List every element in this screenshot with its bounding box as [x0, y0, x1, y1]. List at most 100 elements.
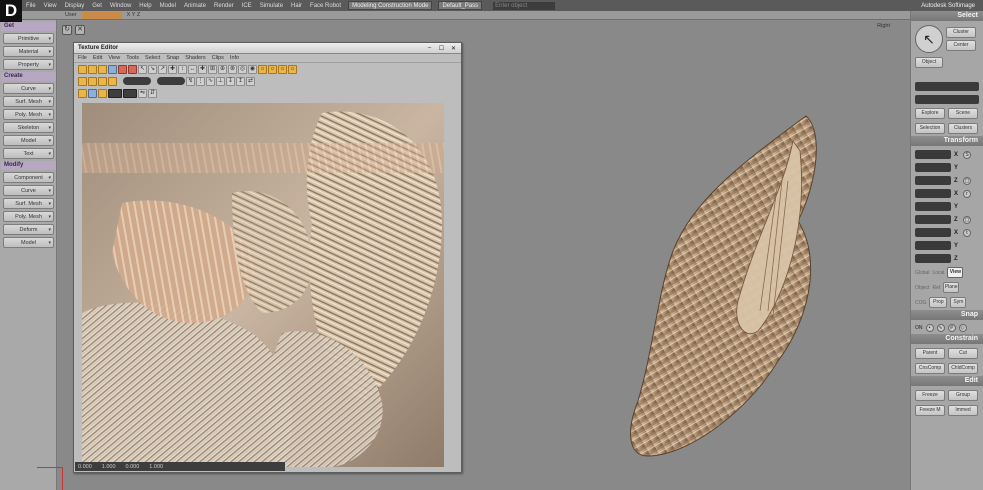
group-button[interactable]: Group: [948, 390, 978, 401]
global-option[interactable]: Global: [915, 270, 929, 276]
camera-menu[interactable]: User: [60, 12, 82, 18]
modify-curve-button[interactable]: Curve ▾: [3, 185, 54, 196]
select-arrow-icon[interactable]: ↖: [915, 25, 943, 53]
relax-icon[interactable]: ↯: [186, 76, 195, 86]
grid-icon[interactable]: ⊕: [218, 64, 227, 74]
flip-icon[interactable]: ⇋: [138, 88, 147, 98]
move-cross-icon[interactable]: ✚: [168, 64, 177, 74]
create-curve-button[interactable]: Curve ▾: [3, 83, 54, 94]
te-menu-info[interactable]: Info: [230, 55, 239, 61]
modify-deform-button[interactable]: Deform ▾: [3, 224, 54, 235]
search-input[interactable]: Enter object: [493, 1, 556, 10]
immed-button[interactable]: Immed: [948, 405, 978, 416]
translate-x-field[interactable]: [915, 228, 951, 237]
v-value-field[interactable]: [157, 77, 185, 85]
value-field-a[interactable]: [108, 88, 122, 98]
modify-surf-mesh-button[interactable]: Surf. Mesh ▾: [3, 198, 54, 209]
parent-button[interactable]: Parent: [915, 348, 945, 359]
get-primitive-button[interactable]: Primitive ▾: [3, 33, 54, 44]
menu-render[interactable]: Render: [210, 3, 238, 9]
stop-icon[interactable]: [118, 64, 127, 74]
te-menu-snap[interactable]: Snap: [166, 55, 179, 61]
object-button[interactable]: Object: [915, 57, 943, 68]
snap-surface-icon[interactable]: ◇: [958, 324, 967, 332]
refresh-icon[interactable]: ↻: [62, 25, 72, 35]
maximize-icon[interactable]: ☐: [438, 45, 445, 52]
prop-option[interactable]: Prop: [929, 297, 948, 308]
pin-icon[interactable]: ↥: [236, 76, 245, 86]
cnscomp-button[interactable]: CnsComp: [915, 363, 945, 374]
sun-alt-icon[interactable]: ☼: [268, 64, 277, 74]
sun-alt3-icon[interactable]: ☼: [288, 64, 297, 74]
rotate-icon[interactable]: r: [963, 189, 971, 198]
te-menu-file[interactable]: File: [78, 55, 87, 61]
te-menu-edit[interactable]: Edit: [93, 55, 102, 61]
selection-button[interactable]: Selection: [915, 123, 945, 134]
menu-help[interactable]: Help: [135, 3, 155, 9]
create-skeleton-button[interactable]: Skeleton ▾: [3, 122, 54, 133]
view-mode-label[interactable]: Right: [877, 23, 890, 29]
rotate-tool-icon[interactable]: [98, 64, 107, 74]
uv-tool-icon[interactable]: [78, 76, 87, 86]
menu-view[interactable]: View: [40, 3, 61, 9]
menu-file[interactable]: File: [22, 3, 40, 9]
snap-curve-icon[interactable]: ∿: [936, 324, 945, 332]
select-filter-field[interactable]: [915, 95, 979, 104]
te-menu-select[interactable]: Select: [145, 55, 160, 61]
chldcomp-button[interactable]: ChldComp: [948, 363, 978, 374]
te-menu-tools[interactable]: Tools: [126, 55, 139, 61]
scale-x-field[interactable]: [915, 150, 951, 159]
plane-option[interactable]: Plane: [943, 282, 960, 293]
record-icon[interactable]: [128, 64, 137, 74]
create-text-button[interactable]: Text ▾: [3, 148, 54, 159]
snap-icon[interactable]: ⊗: [228, 64, 237, 74]
heal-icon[interactable]: ∿: [206, 76, 215, 86]
te-menu-shaders[interactable]: Shaders: [185, 55, 206, 61]
translate-z-field[interactable]: [915, 254, 951, 263]
object-option[interactable]: Object: [915, 285, 929, 291]
arrow-icon[interactable]: ↘: [148, 64, 157, 74]
create-poly-mesh-button[interactable]: Poly. Mesh ▾: [3, 109, 54, 120]
uv-tool4-icon[interactable]: [108, 76, 117, 86]
cross-icon[interactable]: ✚: [198, 64, 207, 74]
sym-option[interactable]: Sym: [950, 297, 967, 308]
translate-y-field[interactable]: [915, 241, 951, 250]
create-model-button[interactable]: Model ▾: [3, 135, 54, 146]
lock-icon[interactable]: ▢: [963, 215, 971, 224]
flip-v-icon[interactable]: ⇵: [148, 88, 157, 98]
close-icon[interactable]: ✕: [450, 45, 457, 52]
ruler-icon[interactable]: ⊥: [216, 76, 225, 86]
link-icon[interactable]: ⇄: [246, 76, 255, 86]
snap-grid-icon[interactable]: #: [947, 324, 956, 332]
cog-option[interactable]: COG: [915, 300, 926, 306]
island3-icon[interactable]: [98, 88, 107, 98]
lock-icon[interactable]: ▢: [963, 176, 971, 185]
menu-face-robot[interactable]: Face Robot: [306, 3, 345, 9]
rotate-z-field[interactable]: [915, 215, 951, 224]
scale-icon[interactable]: S: [963, 150, 971, 159]
island-icon[interactable]: [78, 88, 87, 98]
move-tool-icon[interactable]: [88, 64, 97, 74]
layout-dropdown[interactable]: Modeling Construction Mode: [348, 1, 433, 10]
menu-simulate[interactable]: Simulate: [256, 3, 287, 9]
get-property-button[interactable]: Property ▾: [3, 59, 54, 70]
arrow-alt-icon[interactable]: ↗: [158, 64, 167, 74]
cluster-button[interactable]: Cluster: [946, 27, 976, 38]
uv-tool2-icon[interactable]: [88, 76, 97, 86]
select-name-field[interactable]: [915, 82, 979, 91]
view-option[interactable]: View: [947, 267, 964, 278]
select-tool-icon[interactable]: [78, 64, 87, 74]
vertical-icon[interactable]: ↕: [178, 64, 187, 74]
island2-icon[interactable]: [88, 88, 97, 98]
menu-ice[interactable]: ICE: [238, 3, 256, 9]
minimize-icon[interactable]: –: [426, 45, 433, 52]
scene-button[interactable]: Scene: [948, 108, 978, 119]
sun-alt2-icon[interactable]: ☼: [278, 64, 287, 74]
seashell-3d-model[interactable]: [618, 111, 838, 471]
menu-get[interactable]: Get: [88, 3, 106, 9]
horizontal-icon[interactable]: ↔: [188, 64, 197, 74]
get-material-button[interactable]: Material ▾: [3, 46, 54, 57]
menu-display[interactable]: Display: [61, 3, 89, 9]
stitch-icon[interactable]: ⋮: [196, 76, 205, 86]
menu-window[interactable]: Window: [106, 3, 135, 9]
